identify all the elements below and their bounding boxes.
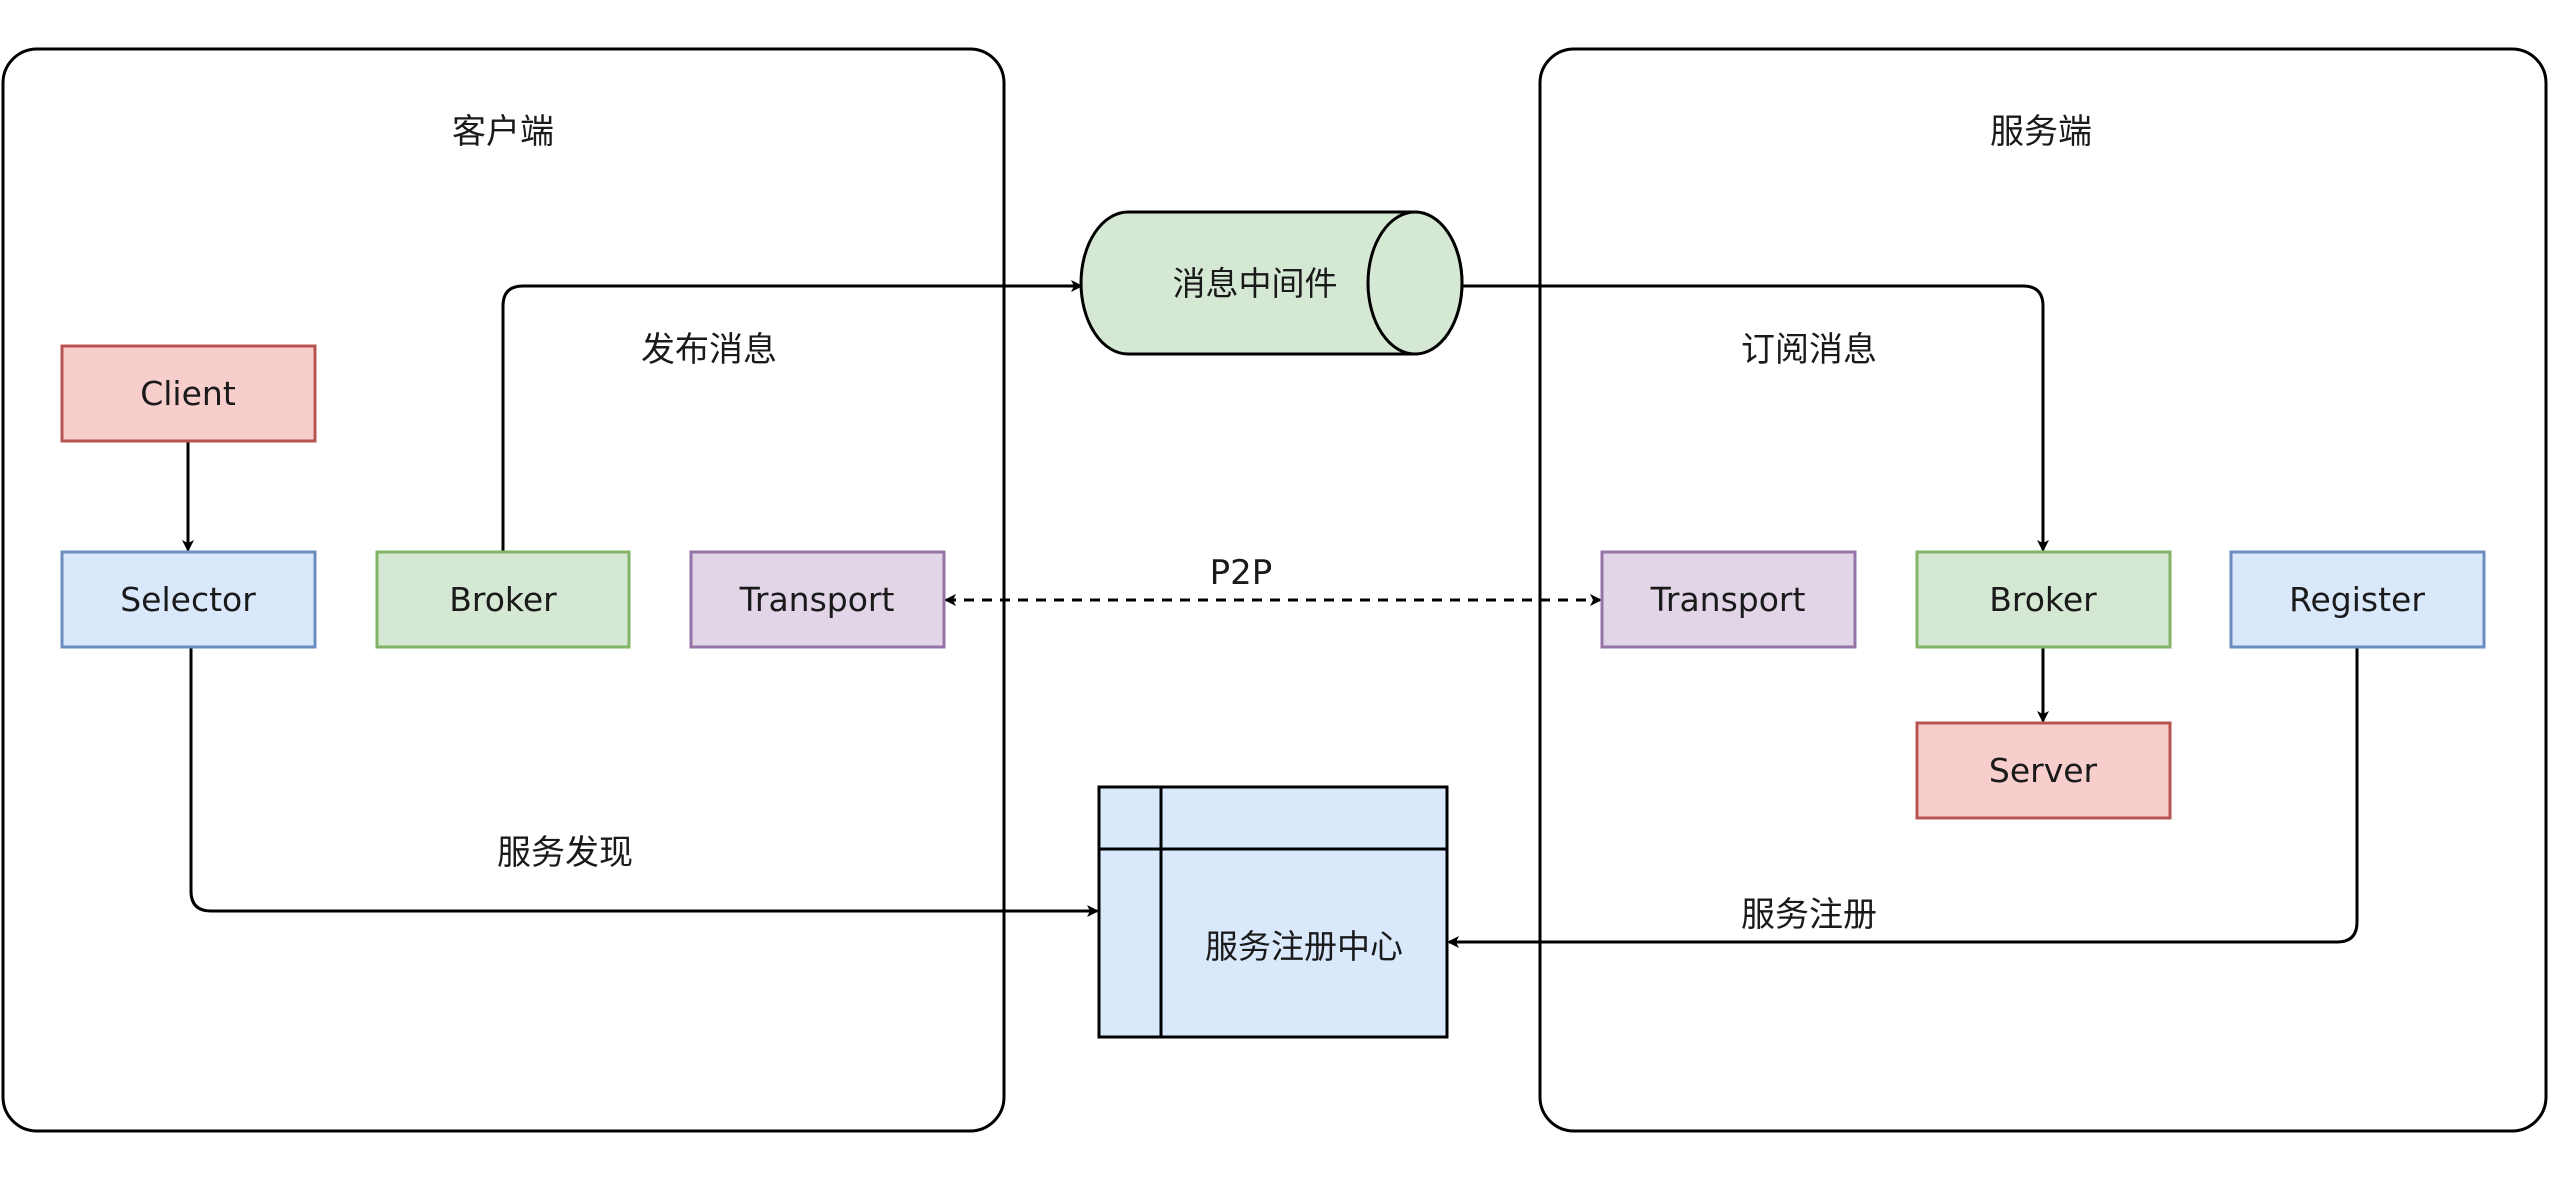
node-client-label: Client (140, 374, 236, 413)
edge-label-p2p: P2P (1210, 553, 1273, 593)
node-server-transport-label: Transport (1650, 580, 1806, 619)
edge-label-registration: 服务注册 (1741, 895, 1877, 935)
client-panel-title: 客户端 (452, 112, 554, 152)
node-server-broker-label: Broker (1989, 580, 2097, 619)
node-server-broker[interactable]: Broker (1915, 550, 2172, 649)
node-server[interactable]: Server (1915, 721, 2172, 820)
node-message-middleware[interactable]: 消息中间件 (1079, 210, 1464, 356)
node-client-broker[interactable]: Broker (375, 550, 631, 649)
edge-label-publish: 发布消息 (641, 330, 777, 370)
node-client[interactable]: Client (60, 344, 317, 443)
edge-label-discovery: 服务发现 (497, 833, 633, 873)
node-server-transport[interactable]: Transport (1600, 550, 1857, 649)
node-client-transport[interactable]: Transport (689, 550, 946, 649)
node-client-broker-label: Broker (449, 580, 557, 619)
architecture-diagram: 客户端 服务端 发布消息 订阅消息 P2P 服务发现 服务注册 Client S… (1, 47, 2548, 1133)
server-panel-title: 服务端 (1990, 112, 2092, 152)
node-message-middleware-label: 消息中间件 (1173, 264, 1338, 303)
node-register[interactable]: Register (2229, 550, 2486, 649)
node-selector-label: Selector (120, 580, 256, 619)
node-service-registry-label: 服务注册中心 (1205, 927, 1403, 966)
node-client-transport-label: Transport (739, 580, 895, 619)
node-selector[interactable]: Selector (60, 550, 317, 649)
node-service-registry[interactable]: 服务注册中心 (1097, 785, 1449, 1039)
node-server-label: Server (1989, 751, 2098, 790)
node-register-label: Register (2289, 580, 2425, 619)
edge-label-subscribe: 订阅消息 (1741, 330, 1877, 370)
